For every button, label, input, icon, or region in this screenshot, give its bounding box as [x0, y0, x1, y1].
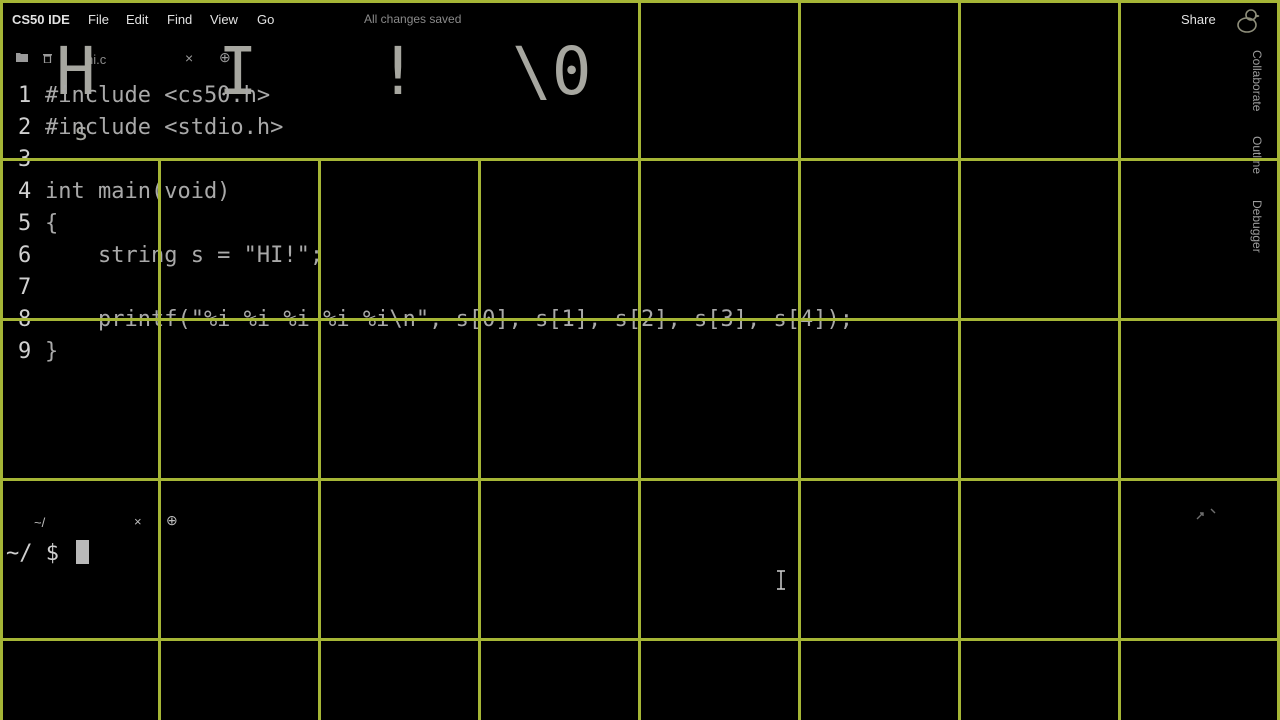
code-text[interactable]: #include <stdio.h>	[45, 112, 283, 144]
line-number: 9	[18, 339, 32, 364]
code-line: 5{	[0, 208, 1100, 240]
menu-file[interactable]: File	[88, 12, 109, 27]
menu-go[interactable]: Go	[257, 12, 274, 27]
code-text[interactable]: #include <cs50.h>	[45, 80, 270, 112]
line-number: 5	[18, 211, 32, 236]
grid-line	[958, 0, 961, 720]
grid-line	[638, 0, 641, 720]
line-number: 4	[18, 179, 32, 204]
right-sidebar: Collaborate Outline Debugger	[1244, 44, 1274, 344]
grid-line	[478, 158, 481, 720]
grid-line	[0, 638, 1280, 641]
grid-line	[318, 158, 321, 720]
code-line: 2 #include <stdio.h>	[0, 112, 1100, 144]
code-text[interactable]: }	[45, 336, 58, 368]
save-status: All changes saved	[364, 12, 462, 26]
terminal-input[interactable]: ~/ $	[6, 540, 90, 566]
code-text[interactable]: {	[45, 208, 58, 240]
code-text[interactable]: int main(void)	[45, 176, 230, 208]
maximize-icon[interactable]	[1196, 508, 1218, 523]
menu-find[interactable]: Find	[167, 12, 192, 27]
share-button[interactable]: Share	[1181, 12, 1216, 27]
grid-line	[0, 478, 1280, 481]
menu-view[interactable]: View	[210, 12, 238, 27]
add-terminal-icon[interactable]: ⊕	[166, 512, 178, 529]
line-number: 1	[18, 83, 32, 108]
line-number: 2	[18, 115, 32, 140]
line-number: 7	[18, 275, 32, 300]
terminal-tab[interactable]: ~/	[34, 515, 45, 530]
tab-outline[interactable]: Outline	[1250, 136, 1264, 174]
code-text[interactable]: string s = "HI!";	[45, 240, 323, 272]
grid-line	[798, 0, 801, 720]
grid-line	[0, 318, 1280, 321]
grid-line	[0, 158, 1280, 161]
close-icon[interactable]: ×	[134, 514, 142, 529]
duck-icon[interactable]	[1236, 6, 1260, 34]
terminal-tab-bar: ~/ × ⊕	[0, 508, 200, 536]
code-line: 4 int main(void)	[0, 176, 1100, 208]
grid-line	[0, 0, 3, 720]
code-line: 1 #include <cs50.h>	[0, 80, 1100, 112]
ibeam-cursor-icon	[777, 570, 785, 590]
tab-debugger[interactable]: Debugger	[1250, 200, 1264, 253]
menu-edit[interactable]: Edit	[126, 12, 148, 27]
code-line: 9}	[0, 336, 1100, 368]
line-number: 6	[18, 243, 32, 268]
grid-line	[158, 158, 161, 720]
text-cursor	[76, 540, 90, 564]
app-title[interactable]: CS50 IDE	[12, 12, 70, 27]
tab-collaborate[interactable]: Collaborate	[1250, 50, 1264, 111]
code-line: 6 string s = "HI!";	[0, 240, 1100, 272]
grid-line	[1118, 0, 1121, 720]
code-line: 7	[0, 272, 1100, 304]
grid-line	[0, 0, 1280, 3]
terminal-prompt: ~/ $	[6, 541, 73, 566]
